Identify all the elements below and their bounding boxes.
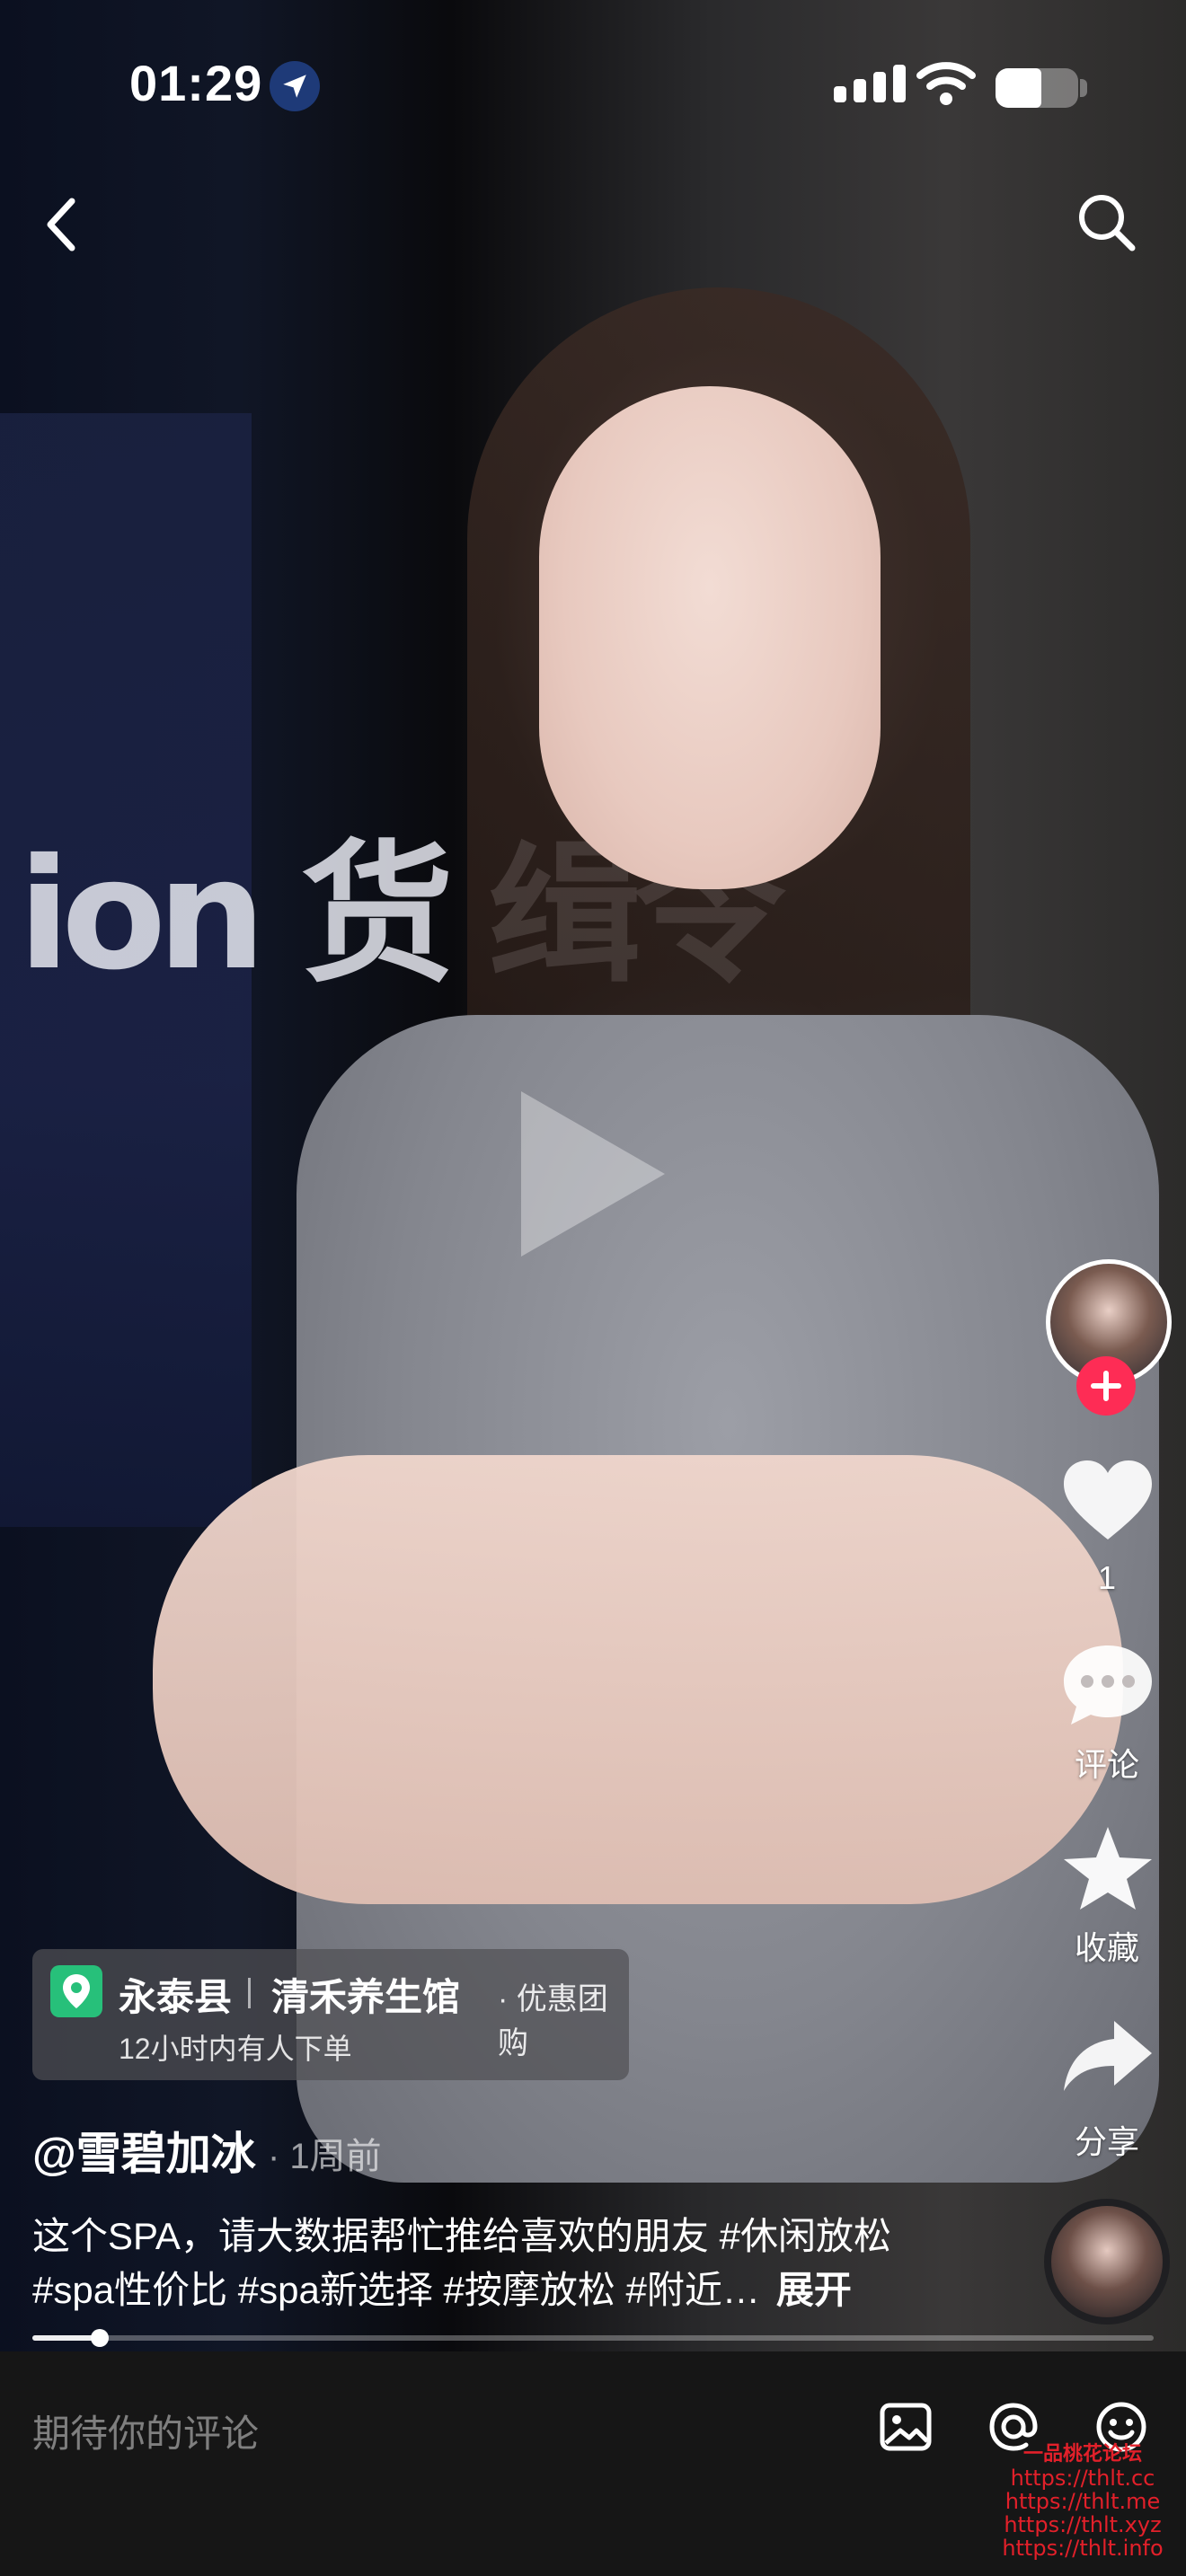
comment-label: 评论	[1074, 1746, 1139, 1783]
author-name[interactable]: @雪碧加冰	[32, 2118, 256, 2183]
caption-line-2: #spa性价比 #spa新选择 #按摩放松 #附近… 展开	[32, 2263, 1003, 2317]
expand-button[interactable]: 展开	[776, 2269, 852, 2311]
video-caption[interactable]: 这个SPA，请大数据帮忙推给喜欢的朋友 #休闲放松 #spa性价比 #spa新选…	[32, 2210, 1003, 2317]
star-icon[interactable]	[1058, 1823, 1157, 1918]
poi-shop-name: 清禾养生馆	[271, 1976, 461, 2018]
location-arrow-icon	[270, 61, 320, 111]
watermark-url: https://thlt.cc	[1010, 2466, 1155, 2491]
share-icon[interactable]	[1058, 2016, 1157, 2101]
follow-button[interactable]	[1076, 1356, 1136, 1416]
search-icon[interactable]	[1075, 190, 1139, 255]
wifi-icon	[916, 59, 976, 112]
watermark-url: https://thlt.info	[1002, 2536, 1164, 2561]
watermark-url: https://thlt.me	[1005, 2489, 1161, 2514]
play-icon[interactable]	[521, 1091, 665, 1257]
caption-line-1: 这个SPA，请大数据帮忙推给喜欢的朋友 #休闲放松	[32, 2215, 891, 2257]
comment-input[interactable]: 期待你的评论	[32, 2404, 259, 2458]
status-time: 01:29	[129, 55, 263, 111]
location-card[interactable]: 永泰县 清禾养生馆 · 优惠团购 12小时内有人下单	[32, 1949, 629, 2080]
video-progress-bar[interactable]	[32, 2329, 1154, 2347]
location-pin-icon	[50, 1965, 102, 2017]
poi-divider	[248, 1978, 251, 2008]
chevron-left-icon[interactable]	[36, 189, 90, 260]
battery-tip	[1080, 79, 1087, 97]
cellular-signal-icon	[834, 65, 906, 102]
like-count: 1	[1097, 1559, 1117, 1596]
heart-icon[interactable]	[1058, 1457, 1157, 1551]
favorite-label: 收藏	[1074, 1929, 1139, 1966]
person-arms	[153, 1455, 1123, 1904]
poi-city: 永泰县	[119, 1976, 233, 2018]
share-label: 分享	[1074, 2123, 1139, 2160]
battery-icon	[996, 68, 1078, 108]
watermark-stamp: 一品桃花论坛 https://thlt.cc https://thlt.me h…	[988, 2443, 1177, 2560]
caption-line-2-text: #spa性价比 #spa新选择 #按摩放松 #附近…	[32, 2269, 760, 2311]
comment-icon[interactable]	[1058, 1640, 1157, 1734]
watermark-title: 一品桃花论坛	[1022, 2443, 1142, 2466]
image-icon[interactable]	[877, 2398, 934, 2456]
poi-subtitle: 12小时内有人下单	[119, 2033, 352, 2065]
progress-handle[interactable]	[90, 2329, 109, 2347]
battery-level	[996, 68, 1041, 108]
poi-deal-tag: · 优惠团购	[498, 1982, 608, 2060]
progress-fill	[32, 2335, 100, 2341]
music-disc[interactable]	[1044, 2199, 1170, 2325]
post-time: · 1周前	[268, 2137, 382, 2176]
watermark-url: https://thlt.xyz	[1004, 2512, 1162, 2537]
person-face	[539, 386, 881, 889]
